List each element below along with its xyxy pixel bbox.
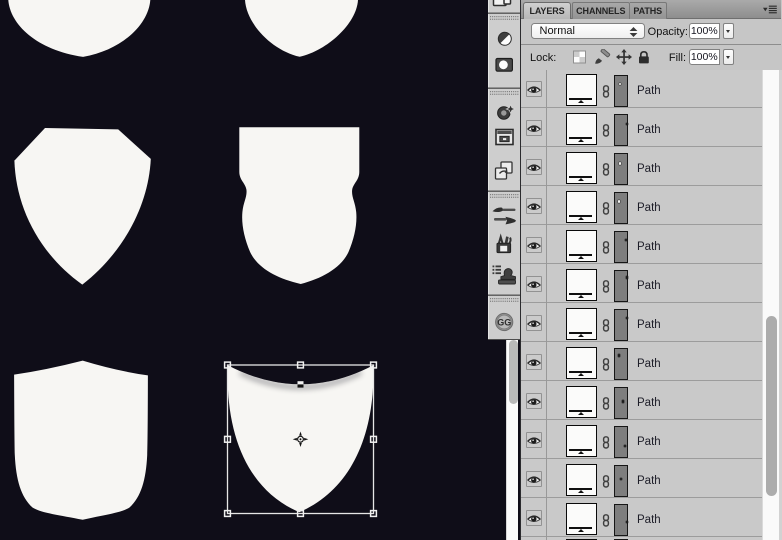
svg-text:GG: GG <box>497 317 511 327</box>
